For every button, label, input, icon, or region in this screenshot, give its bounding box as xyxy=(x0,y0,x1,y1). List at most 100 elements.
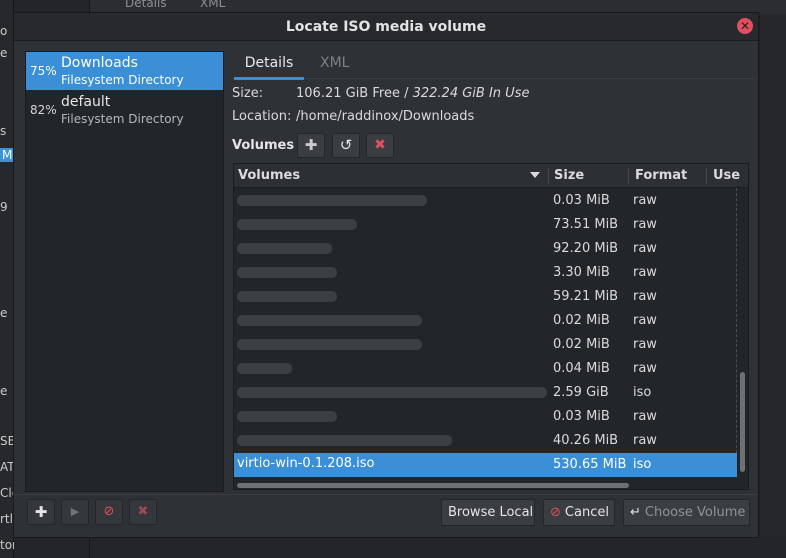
volume-format: raw xyxy=(633,313,657,328)
volume-format: iso xyxy=(633,457,652,472)
blurred-volume-name xyxy=(237,315,422,326)
browse-local-button[interactable]: Browse Local xyxy=(441,499,535,526)
volume-format: raw xyxy=(633,241,657,256)
table-row[interactable]: 0.03 MiB raw xyxy=(234,189,737,213)
table-row[interactable]: 0.04 MiB raw xyxy=(234,357,737,381)
column-header-used[interactable]: Use xyxy=(713,168,740,183)
volume-size: 92.20 MiB xyxy=(553,241,619,256)
volume-format: raw xyxy=(633,433,657,448)
stop-pool-button[interactable]: ⊘ xyxy=(95,499,123,525)
refresh-volumes-button[interactable]: ↺ xyxy=(332,133,360,158)
background-tab-xml: XML xyxy=(200,0,226,10)
add-pool-button[interactable]: ✚ xyxy=(27,499,55,525)
background-bottom xyxy=(90,536,786,558)
background-label: s xyxy=(0,124,7,138)
start-pool-button[interactable]: ▶ xyxy=(61,499,89,525)
blurred-volume-name xyxy=(237,387,547,398)
dialog-title: Locate ISO media volume xyxy=(285,19,487,35)
delete-icon: ✖ xyxy=(374,137,386,153)
volume-table: Volumes Size Format Use 0.03 MiB raw 73.51… xyxy=(233,163,749,490)
background-label: e xyxy=(0,306,8,320)
volume-format: raw xyxy=(633,217,657,232)
close-icon[interactable]: ✕ xyxy=(737,18,753,34)
volume-size: 73.51 MiB xyxy=(553,217,619,232)
browse-local-label: Browse Local xyxy=(448,505,534,520)
column-header-format[interactable]: Format xyxy=(635,168,687,183)
choose-volume-button[interactable]: ↵ Choose Volume xyxy=(623,499,750,526)
tab-xml[interactable]: XML xyxy=(320,55,349,77)
choose-volume-label: Choose Volume xyxy=(644,505,746,520)
dialog-titlebar: Locate ISO media volume ✕ xyxy=(14,13,758,41)
size-value: 106.21 GiB Free / 322.24 GiB In Use xyxy=(296,86,529,101)
table-row[interactable]: 3.30 MiB raw xyxy=(234,261,737,285)
table-row[interactable]: 73.51 MiB raw xyxy=(234,213,737,237)
cancel-label: Cancel xyxy=(564,505,609,520)
size-label: Size: xyxy=(232,86,264,101)
volumes-section-title: Volumes xyxy=(232,138,295,153)
blurred-volume-name xyxy=(237,411,337,422)
column-separator[interactable] xyxy=(548,168,549,184)
plus-icon: ✚ xyxy=(304,136,318,154)
location-label: Location: xyxy=(232,109,292,124)
table-row[interactable]: 0.02 MiB raw xyxy=(234,333,737,357)
delete-volume-button[interactable]: ✖ xyxy=(366,133,394,158)
background-label: e xyxy=(0,46,8,60)
table-header: Volumes Size Format Use xyxy=(234,164,748,188)
enter-icon: ↵ xyxy=(630,505,641,520)
volume-size: 40.26 MiB xyxy=(553,433,619,448)
volume-size: 2.59 GiB xyxy=(553,385,609,400)
volume-format: raw xyxy=(633,409,657,424)
pool-item-downloads[interactable]: 75% Downloads Filesystem Directory xyxy=(26,52,223,90)
storage-pool-list: 75% Downloads Filesystem Directory 82% d… xyxy=(25,51,224,492)
add-volume-button[interactable]: ✚ xyxy=(297,133,325,158)
background-right-edge xyxy=(760,14,786,558)
blurred-volume-name xyxy=(237,363,292,374)
locate-iso-dialog: Locate ISO media volume ✕ 75% Downloads … xyxy=(13,12,759,538)
blurred-volume-name xyxy=(237,219,357,230)
volume-format: raw xyxy=(633,361,657,376)
blurred-volume-name xyxy=(237,435,452,446)
column-separator[interactable] xyxy=(628,168,629,184)
plus-icon: ✚ xyxy=(34,503,48,521)
table-row[interactable]: 2.59 GiB iso xyxy=(234,381,737,405)
delete-icon: ✖ xyxy=(137,504,149,519)
stop-icon: ⊘ xyxy=(103,504,115,519)
blurred-volume-name xyxy=(237,339,422,350)
blurred-volume-name xyxy=(237,243,332,254)
blurred-volume-name xyxy=(237,291,337,302)
column-separator[interactable] xyxy=(706,168,707,184)
delete-pool-button[interactable]: ✖ xyxy=(129,499,157,525)
volume-size: 3.30 MiB xyxy=(553,265,610,280)
table-row[interactable]: 0.03 MiB raw xyxy=(234,405,737,429)
volume-size: 59.21 MiB xyxy=(553,289,619,304)
table-row[interactable]: 59.21 MiB raw xyxy=(234,285,737,309)
pool-name: default xyxy=(61,94,111,110)
volume-size: 0.03 MiB xyxy=(553,409,610,424)
table-row[interactable]: virtio-win-0.1.208.iso 530.65 MiB iso xyxy=(234,453,737,477)
volume-format: iso xyxy=(633,385,652,400)
background-label: 9 xyxy=(0,200,8,214)
tab-details[interactable]: Details xyxy=(234,55,304,80)
pool-name: Downloads xyxy=(61,55,138,71)
column-header-volumes[interactable]: Volumes xyxy=(238,168,300,183)
play-icon: ▶ xyxy=(70,505,80,518)
size-free: 106.21 GiB Free xyxy=(296,86,400,101)
background-tab-details: Details xyxy=(125,0,167,10)
vertical-scrollbar[interactable] xyxy=(740,372,745,472)
pool-item-default[interactable]: 82% default Filesystem Directory xyxy=(26,91,223,129)
size-in-use: 322.24 GiB In Use xyxy=(412,86,530,101)
sort-descending-icon[interactable] xyxy=(530,172,540,178)
cancel-button[interactable]: ⊘ Cancel xyxy=(543,499,615,526)
pool-tabs: Details XML xyxy=(232,49,754,80)
volume-format: raw xyxy=(633,265,657,280)
volume-format: raw xyxy=(633,289,657,304)
table-row[interactable]: 92.20 MiB raw xyxy=(234,237,737,261)
horizontal-scrollbar[interactable] xyxy=(237,483,629,488)
cancel-icon: ⊘ xyxy=(550,505,561,520)
table-row[interactable]: 0.02 MiB raw xyxy=(234,309,737,333)
table-row[interactable]: 40.26 MiB raw xyxy=(234,429,737,453)
volume-size: 0.03 MiB xyxy=(553,193,610,208)
location-value: /home/raddinox/Downloads xyxy=(296,109,475,124)
background-label: rtl xyxy=(0,512,13,526)
column-header-size[interactable]: Size xyxy=(554,168,584,183)
